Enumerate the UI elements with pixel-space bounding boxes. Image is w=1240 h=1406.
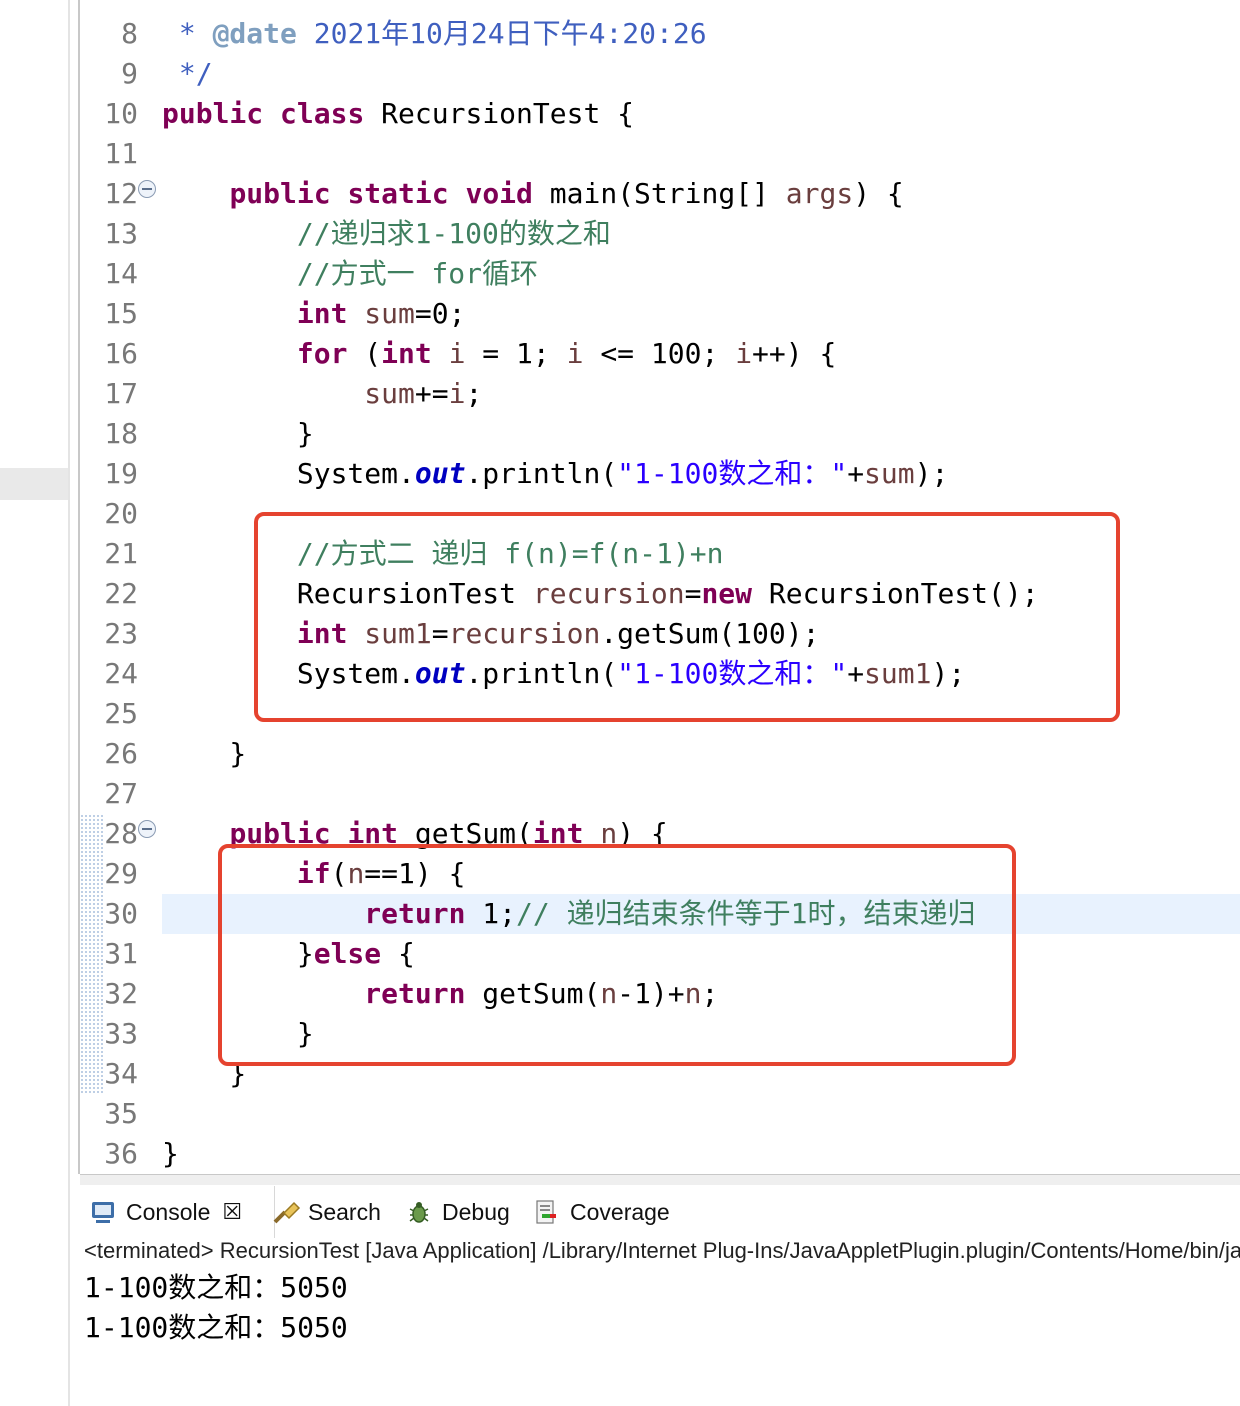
search-icon	[272, 1199, 301, 1225]
annotation-box-recursion-call	[254, 512, 1120, 722]
line-number: 30	[104, 897, 138, 930]
code-line-12: public static void main(String[] args) {	[229, 177, 904, 210]
code-line-15: int sum=0;	[296, 297, 466, 330]
line-number: 26	[104, 737, 138, 770]
tab-coverage-label: Coverage	[570, 1198, 670, 1225]
line-number: 31	[104, 937, 138, 970]
line-number: 33	[104, 1017, 138, 1050]
code-line-26: }	[162, 737, 247, 770]
tab-debug[interactable]: Debug	[406, 1186, 510, 1238]
fold-collapse-icon[interactable]	[138, 180, 156, 198]
line-number: 36	[104, 1137, 138, 1170]
code-line-8: * @date 2021年10月24日下午4:20:26	[162, 17, 707, 50]
line-number: 29	[104, 857, 138, 890]
line-number: 28	[104, 817, 138, 850]
line-number: 9	[121, 57, 138, 90]
code-line-13: //递归求1-100的数之和	[296, 217, 611, 250]
line-number: 10	[104, 97, 138, 130]
line-number: 8	[121, 17, 138, 50]
line-number: 34	[104, 1057, 138, 1090]
panel-divider	[68, 0, 70, 1406]
line-number: 27	[104, 777, 138, 810]
left-panel	[0, 0, 70, 1406]
tab-search[interactable]: Search	[272, 1186, 381, 1238]
line-number: 14	[104, 257, 138, 290]
annotation-box-recursion-method	[218, 844, 1016, 1066]
console-tab-bar: Console ☒ Search Debug Coverage	[80, 1186, 1240, 1238]
line-number: 25	[104, 697, 138, 730]
line-number: 22	[104, 577, 138, 610]
line-number: 19	[104, 457, 138, 490]
code-line-14: //方式一 for循环	[296, 257, 539, 290]
code-line-9: */	[162, 57, 213, 90]
view-separator	[80, 1174, 1240, 1185]
tab-search-label: Search	[308, 1198, 381, 1225]
line-number: 17	[104, 377, 138, 410]
close-icon[interactable]: ☒	[222, 1199, 242, 1225]
line-number: 21	[104, 537, 138, 570]
line-number: 18	[104, 417, 138, 450]
line-number: 35	[104, 1097, 138, 1130]
console-output-line: 1-100数之和：5050	[84, 1271, 348, 1304]
line-number: 11	[104, 137, 138, 170]
tab-coverage[interactable]: Coverage	[534, 1186, 670, 1238]
line-number: 20	[104, 497, 138, 530]
tab-debug-label: Debug	[442, 1198, 510, 1225]
code-line-36: }	[162, 1137, 179, 1170]
line-number: 16	[104, 337, 138, 370]
left-panel-selection	[0, 468, 68, 500]
console-process-info: <terminated> RecursionTest [Java Applica…	[84, 1238, 1240, 1263]
line-number: 32	[104, 977, 138, 1010]
tab-console-label: Console	[126, 1198, 211, 1225]
line-number: 15	[104, 297, 138, 330]
line-number: 23	[104, 617, 138, 650]
code-line-17: sum+=i;	[364, 377, 483, 410]
code-line-18: }	[162, 417, 314, 450]
line-number: 24	[104, 657, 138, 690]
console-icon	[90, 1199, 116, 1225]
console-output-line: 1-100数之和：5050	[84, 1311, 348, 1344]
line-number: 12	[104, 177, 138, 210]
line-number: 13	[104, 217, 138, 250]
fold-collapse-icon[interactable]	[138, 820, 156, 838]
coverage-icon	[534, 1199, 560, 1225]
debug-icon	[406, 1199, 432, 1225]
code-line-10: public class RecursionTest {	[162, 97, 635, 130]
code-line-19: System.out.println("1-100数之和："+sum);	[296, 457, 949, 490]
tab-console[interactable]: Console ☒	[80, 1186, 275, 1238]
code-line-16: for (int i = 1; i <= 100; i++) {	[296, 337, 837, 370]
